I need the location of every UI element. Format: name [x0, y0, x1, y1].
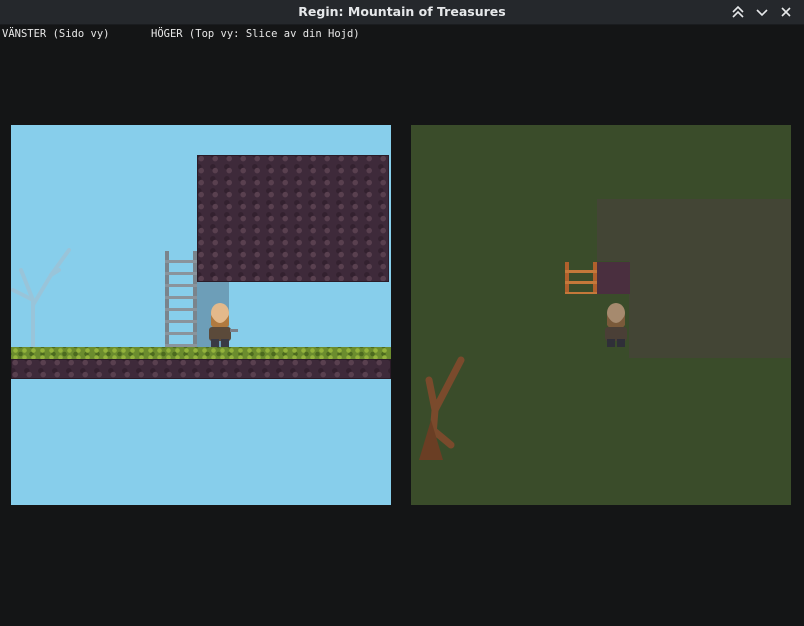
dwarf-player-side [209, 303, 238, 347]
top-view-panel [411, 125, 791, 505]
side-view-panel [11, 125, 391, 505]
close-icon[interactable] [777, 3, 795, 21]
right-view-label: HÖGER (Top vy: Slice av din Hojd) [151, 28, 360, 40]
left-view-label: VÄNSTER (Sido vy) [2, 28, 110, 40]
chevron-down-icon[interactable] [753, 3, 771, 21]
dwarf-player-top [605, 303, 627, 347]
ladder-top [565, 262, 597, 294]
title-bar: Regin: Mountain of Treasures [0, 0, 804, 25]
ground-rock [11, 359, 391, 379]
rock-overhang [197, 155, 389, 282]
dead-tree-silhouette [11, 248, 71, 350]
dead-tree [419, 356, 465, 460]
chevrons-up-icon[interactable] [729, 3, 747, 21]
overhang-shadow-top-lower [629, 261, 791, 358]
overhang-shadow-top [597, 199, 791, 261]
window-title: Regin: Mountain of Treasures [298, 4, 506, 19]
rock-block-top [597, 262, 630, 294]
ladder [165, 251, 197, 347]
grass-ledge [11, 347, 391, 359]
